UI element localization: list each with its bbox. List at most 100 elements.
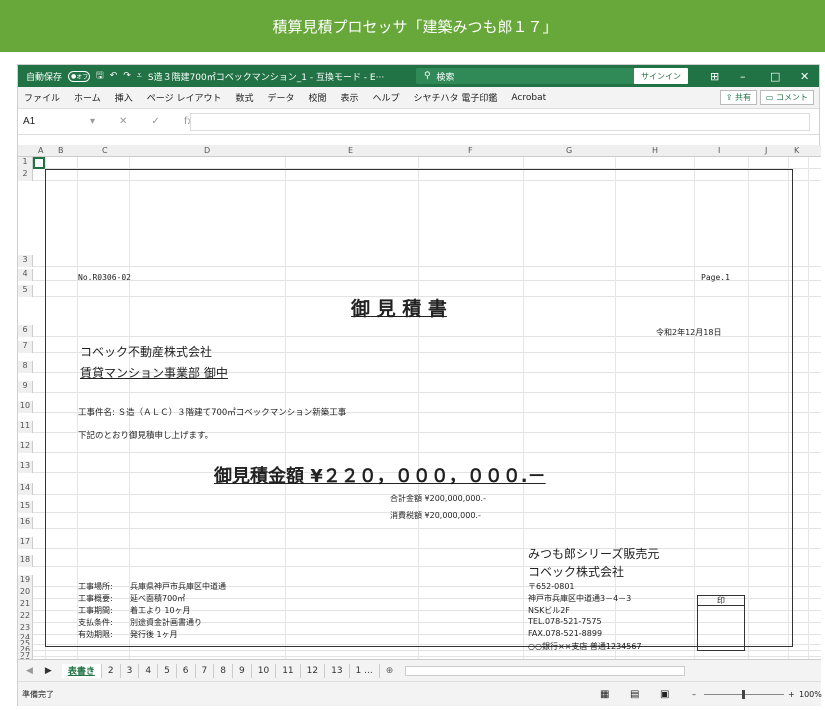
share-button[interactable]: ⇪ 共有 [719, 90, 757, 105]
row-header[interactable]: 20 [18, 587, 33, 599]
autosave-toggle[interactable]: ● オフ [68, 70, 91, 82]
sheet-tab[interactable]: 5 [158, 663, 177, 678]
column-header[interactable]: B [58, 146, 64, 155]
add-sheet-icon[interactable]: ⊕ [380, 666, 400, 676]
spreadsheet-grid[interactable]: A B C D E F G H I J K 1 2 3 4 5 6 7 8 9 10 11 12 13 1… [18, 145, 821, 659]
document-title: S造３階建700㎡コベックマンション_1 - 互換モード - E··· [147, 72, 385, 83]
zoom-level[interactable]: 100% [799, 690, 822, 699]
column-headers: A B C D E F G H I J K [18, 145, 821, 157]
save-icon[interactable]: 🖫 [96, 68, 104, 84]
row-header[interactable]: 3 [18, 255, 33, 267]
row-header[interactable]: 14 [18, 483, 33, 495]
column-header[interactable]: A [38, 146, 43, 155]
row-header[interactable]: 12 [18, 441, 33, 453]
total-amount: 御見積金額 ¥２２０，０００，０００.－ [214, 466, 546, 487]
row-header[interactable]: 6 [18, 325, 33, 337]
row-header[interactable]: 13 [18, 461, 33, 473]
row-header[interactable]: 2 [18, 169, 33, 181]
namebox-dropdown-icon[interactable]: ▾ [90, 116, 95, 127]
row-header[interactable]: 17 [18, 537, 33, 549]
row-header[interactable]: 5 [18, 285, 33, 297]
sheet-tab[interactable]: 13 [325, 663, 350, 678]
row-header[interactable]: 11 [18, 421, 33, 433]
row-header[interactable]: 16 [18, 517, 33, 529]
menu-file[interactable]: ファイル [24, 91, 60, 104]
row-gridline [33, 656, 821, 657]
column-header[interactable]: J [765, 146, 767, 155]
cancel-icon[interactable]: ✕ [119, 116, 127, 127]
sheet-tab[interactable]: 7 [196, 663, 215, 678]
menu-insert[interactable]: 挿入 [115, 91, 133, 104]
search-box[interactable]: ⚲ 検索 [416, 68, 636, 84]
zoom-slider-thumb[interactable] [742, 690, 745, 699]
formula-input[interactable] [190, 113, 810, 131]
undo-icon[interactable]: ↶ [110, 71, 118, 81]
row-header[interactable]: 21 [18, 599, 33, 611]
sheet-tab[interactable]: 9 [233, 663, 252, 678]
tab-scroll-right-icon[interactable]: ▶ [41, 666, 62, 676]
ribbon-display-icon[interactable]: ⊞ [710, 65, 719, 87]
seller-company: コベック株式会社 [528, 565, 625, 579]
row-header[interactable]: 9 [18, 381, 33, 393]
selected-cell[interactable] [33, 157, 45, 169]
autosave-label: 自動保存 [26, 72, 63, 83]
column-header[interactable]: I [718, 146, 720, 155]
menu-shachihata[interactable]: シヤチハタ 電子印鑑 [414, 91, 498, 104]
sheet-tab-more[interactable]: 1 ... [350, 663, 380, 678]
sheet-tab[interactable]: 2 [102, 663, 121, 678]
row-header[interactable]: 19 [18, 575, 33, 587]
column-header[interactable]: F [468, 146, 473, 155]
row-header[interactable]: 7 [18, 341, 33, 353]
zoom-in-icon[interactable]: + [788, 690, 795, 699]
detail-value: 延べ面積700㎡ [130, 594, 186, 603]
column-header[interactable]: H [652, 146, 658, 155]
row-header[interactable]: 10 [18, 401, 33, 413]
sheet-tab-cover[interactable]: 表書き [61, 663, 102, 678]
column-header[interactable]: C [102, 146, 108, 155]
menu-home[interactable]: ホーム [74, 91, 101, 104]
horizontal-scrollbar[interactable] [405, 665, 686, 676]
column-header[interactable]: D [204, 146, 210, 155]
close-icon[interactable]: ✕ [800, 65, 809, 87]
maximize-icon[interactable]: □ [770, 65, 780, 87]
tab-scroll-left-icon[interactable]: ◀ [18, 666, 41, 676]
row-header[interactable]: 22 [18, 611, 33, 623]
menu-data[interactable]: データ [267, 91, 294, 104]
menu-view[interactable]: 表示 [341, 91, 359, 104]
signin-button[interactable]: サインイン [634, 68, 688, 84]
column-header[interactable]: K [794, 146, 799, 155]
menu-acrobat[interactable]: Acrobat [511, 93, 546, 103]
sheet-tab[interactable]: 3 [121, 663, 140, 678]
sheet-tab[interactable]: 10 [252, 663, 277, 678]
sheet-tab[interactable]: 6 [177, 663, 196, 678]
redo-icon[interactable]: ↷ [123, 71, 131, 81]
sheet-tab[interactable]: 12 [301, 663, 326, 678]
column-header[interactable]: G [566, 146, 572, 155]
row-header[interactable]: 4 [18, 269, 33, 281]
normal-view-icon[interactable]: ▦ [600, 689, 609, 700]
menu-help[interactable]: ヘルプ [373, 91, 400, 104]
row-header[interactable]: 15 [18, 501, 33, 513]
sheet-tab[interactable]: 8 [214, 663, 233, 678]
menu-review[interactable]: 校閲 [308, 91, 326, 104]
page-banner: 積算見積プロセッサ「建築みつも郎１７」 [0, 0, 825, 52]
row-header[interactable]: 8 [18, 361, 33, 373]
column-header[interactable]: E [348, 146, 353, 155]
row-header[interactable]: 1 [18, 157, 33, 169]
detail-value: 着工より 10ヶ月 [130, 606, 191, 615]
page-break-view-icon[interactable]: ▣ [660, 689, 669, 700]
sheet-tab[interactable]: 11 [276, 663, 301, 678]
comment-label: コメント [776, 93, 808, 102]
menu-page-layout[interactable]: ページ レイアウト [147, 91, 222, 104]
sheet-tab[interactable]: 4 [139, 663, 159, 678]
row-header[interactable]: 18 [18, 555, 33, 567]
enter-icon[interactable]: ✓ [151, 116, 159, 127]
comment-button[interactable]: ▭ コメント [759, 90, 814, 105]
menu-formulas[interactable]: 数式 [235, 91, 253, 104]
customize-icon[interactable]: ⩡ [137, 71, 142, 81]
minimize-icon[interactable]: – [740, 65, 746, 87]
detail-label: 工事期間: [78, 606, 113, 615]
name-box[interactable]: A1 [20, 113, 80, 131]
page-layout-view-icon[interactable]: ▤ [630, 689, 639, 700]
zoom-out-icon[interactable]: – [692, 690, 696, 699]
